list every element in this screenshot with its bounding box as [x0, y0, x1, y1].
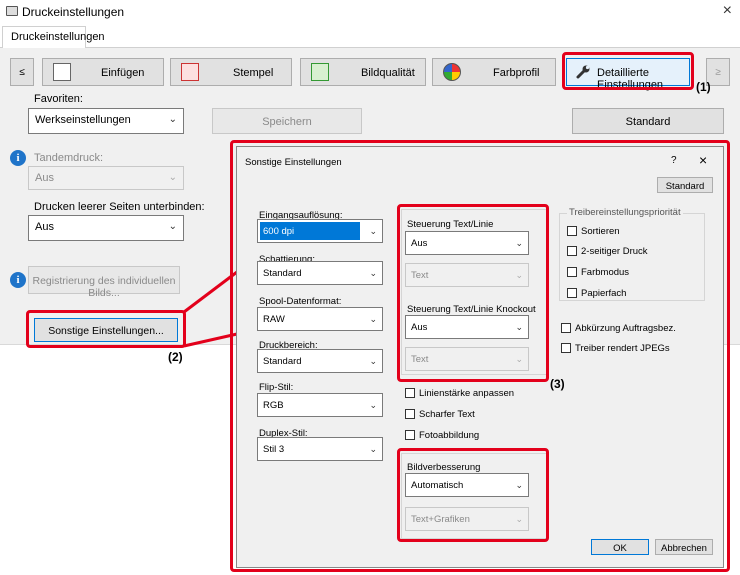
- callout-label-3: (3): [550, 377, 565, 391]
- callout-box-3a: [397, 204, 549, 382]
- callout-box-3b: [397, 448, 549, 542]
